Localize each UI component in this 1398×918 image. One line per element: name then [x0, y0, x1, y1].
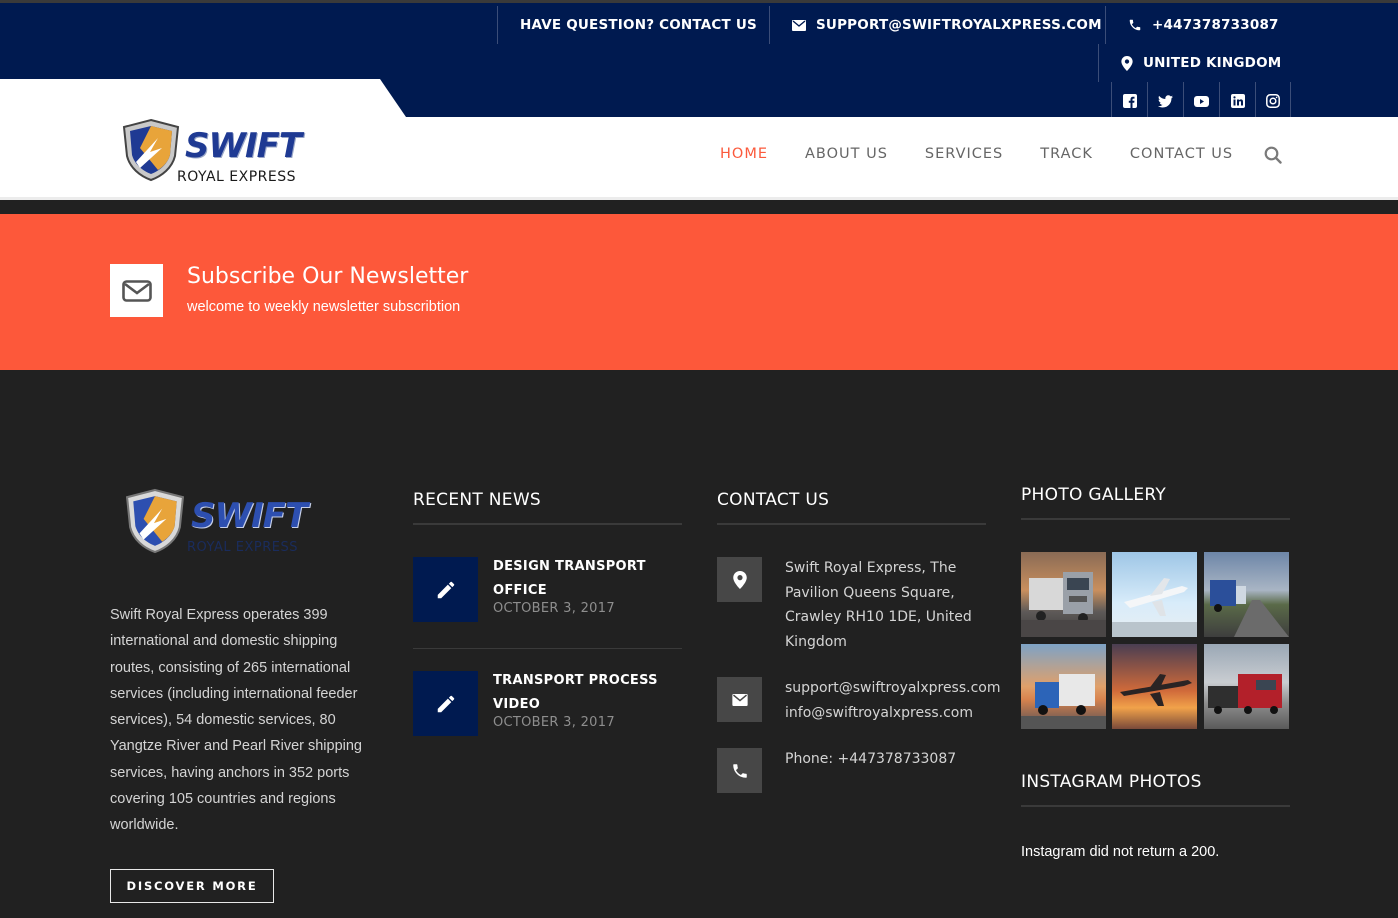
- blue-truck-photo: [1021, 674, 1106, 729]
- shield-logo-icon: [125, 488, 185, 554]
- contact-question-link[interactable]: HAVE QUESTION? CONTACT US: [497, 6, 769, 44]
- topbar-location-text: UNITED KINGDOM: [1143, 55, 1282, 71]
- gallery-photo-airplane[interactable]: [1112, 552, 1197, 637]
- contact-email-info[interactable]: info@swiftroyalxpress.com: [785, 701, 1001, 726]
- news-separator: [413, 648, 682, 649]
- contact-question-text: HAVE QUESTION? CONTACT US: [520, 17, 757, 33]
- contact-phone[interactable]: Phone: +447378733087: [785, 747, 956, 772]
- highway-truck-photo: [1210, 580, 1289, 637]
- topbar-email-link[interactable]: SUPPORT@SWIFTROYALXPRESS.COM: [769, 6, 1105, 44]
- instagram-icon: [1266, 94, 1280, 108]
- youtube-link[interactable]: [1183, 82, 1219, 120]
- search-button[interactable]: [1264, 146, 1282, 169]
- gallery-photo-red-trucks[interactable]: [1204, 644, 1289, 729]
- news-date: OCTOBER 3, 2017: [493, 715, 615, 730]
- news-thumb: [413, 557, 478, 622]
- topbar-phone-text: +447378733087: [1152, 17, 1279, 33]
- instagram-status-text: Instagram did not return a 200.: [1021, 844, 1220, 860]
- twitter-icon: [1158, 94, 1173, 107]
- contact-divider: [717, 523, 986, 525]
- pencil-icon: [437, 581, 454, 598]
- header-tab: [0, 79, 406, 117]
- envelope-icon: [731, 693, 748, 706]
- phone-icon-box: [717, 748, 762, 793]
- contact-email-support[interactable]: support@swiftroyalxpress.com: [785, 676, 1001, 701]
- gallery-photo-trucks[interactable]: [1021, 552, 1106, 637]
- footer-about-text: Swift Royal Express operates 399 interna…: [110, 607, 363, 834]
- linkedin-icon: [1230, 94, 1245, 108]
- gallery-photo-highway-truck[interactable]: [1204, 552, 1289, 637]
- news-date: OCTOBER 3, 2017: [493, 601, 615, 616]
- footer-logo-subtitle: ROYAL EXPRESS: [187, 540, 298, 555]
- facebook-icon: [1122, 94, 1137, 108]
- contact-heading: CONTACT US: [717, 490, 830, 510]
- airplane-photo: [1112, 578, 1197, 637]
- topbar-phone-link[interactable]: +447378733087: [1105, 6, 1295, 44]
- news-title[interactable]: TRANSPORT PROCESS VIDEO: [493, 669, 668, 717]
- logo-title: SWIFT: [185, 126, 302, 166]
- map-pin-icon: [1121, 55, 1133, 71]
- shield-logo-icon: [122, 118, 180, 182]
- facebook-link[interactable]: [1111, 82, 1147, 120]
- nav-track[interactable]: TRACK: [1040, 146, 1093, 162]
- recent-news-divider: [413, 523, 682, 525]
- social-links: [1111, 82, 1291, 120]
- gallery-heading: PHOTO GALLERY: [1021, 485, 1167, 505]
- search-icon: [1264, 146, 1282, 164]
- envelope-icon: [792, 19, 806, 31]
- footer-logo[interactable]: SWIFT ROYAL EXPRESS: [125, 487, 340, 562]
- contact-emails: support@swiftroyalxpress.com info@swiftr…: [785, 676, 1001, 725]
- phone-icon: [1129, 19, 1141, 31]
- newsletter-icon-box: [110, 264, 163, 317]
- newsletter-title: Subscribe Our Newsletter: [187, 264, 469, 289]
- site-footer: SWIFT ROYAL EXPRESS Swift Royal Express …: [0, 370, 1398, 918]
- truck-photo: [1021, 572, 1106, 637]
- pencil-icon: [437, 695, 454, 712]
- youtube-icon: [1194, 95, 1209, 107]
- topbar-email-text: SUPPORT@SWIFTROYALXPRESS.COM: [816, 17, 1102, 33]
- discover-more-button[interactable]: DISCOVER MORE: [110, 869, 274, 903]
- main-nav: HOME ABOUT US SERVICES TRACK CONTACT US: [720, 146, 1270, 162]
- newsletter-subtitle: welcome to weekly newsletter subscribtio…: [187, 299, 461, 315]
- email-icon-box: [717, 677, 762, 722]
- nav-contact-us[interactable]: CONTACT US: [1130, 146, 1233, 162]
- gallery-divider: [1021, 518, 1290, 520]
- nav-about-us[interactable]: ABOUT US: [805, 146, 888, 162]
- recent-news-heading: RECENT NEWS: [413, 490, 542, 510]
- nav-services[interactable]: SERVICES: [925, 146, 1003, 162]
- footer-logo-title: SWIFT: [191, 496, 308, 536]
- envelope-outline-icon: [121, 279, 152, 302]
- logo-subtitle: ROYAL EXPRESS: [177, 169, 296, 185]
- instagram-heading: INSTAGRAM PHOTOS: [1021, 772, 1202, 792]
- gallery-photo-plane-sunset[interactable]: [1112, 644, 1197, 729]
- instagram-divider: [1021, 805, 1290, 807]
- instagram-link[interactable]: [1255, 82, 1291, 120]
- address-icon-box: [717, 557, 762, 602]
- photo-gallery: [1021, 552, 1290, 729]
- contact-address: Swift Royal Express, The Pavilion Queens…: [785, 560, 972, 650]
- news-title[interactable]: DESIGN TRANSPORT OFFICE: [493, 555, 668, 603]
- plane-sunset-photo: [1120, 674, 1192, 706]
- site-logo[interactable]: SWIFT ROYAL EXPRESS: [122, 118, 322, 188]
- header-shadow: [0, 197, 1398, 200]
- gallery-photo-blue-truck[interactable]: [1021, 644, 1106, 729]
- red-trucks-photo: [1208, 674, 1282, 714]
- topbar-location: UNITED KINGDOM: [1098, 44, 1298, 82]
- map-pin-icon: [732, 570, 747, 589]
- linkedin-link[interactable]: [1219, 82, 1255, 120]
- nav-home[interactable]: HOME: [720, 146, 768, 162]
- newsletter-section: Subscribe Our Newsletter welcome to week…: [0, 214, 1398, 370]
- news-thumb: [413, 671, 478, 736]
- twitter-link[interactable]: [1147, 82, 1183, 120]
- phone-icon: [732, 763, 747, 778]
